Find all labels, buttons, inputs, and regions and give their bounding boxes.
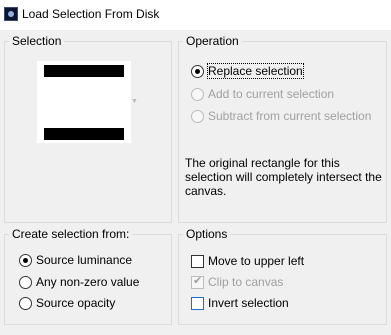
radio-button[interactable]	[191, 109, 204, 123]
create-selection-legend: Create selection from:	[9, 227, 133, 241]
radio-label: Source luminance	[36, 253, 133, 267]
radio-button[interactable]	[19, 253, 32, 267]
radio-source-luminance[interactable]: Source luminance	[19, 252, 132, 268]
radio-label: Subtract from current selection	[208, 109, 372, 123]
preview-scroll-icon: ▼	[131, 98, 138, 105]
checkbox[interactable]	[191, 296, 204, 310]
preview-top-bar	[44, 65, 124, 77]
radio-any-non-zero-value[interactable]: Any non-zero value	[19, 274, 139, 290]
radio-subtract-from-selection[interactable]: Subtract from current selection	[191, 108, 371, 124]
checkbox-move-to-upper-left[interactable]: Move to upper left	[191, 253, 304, 269]
selection-preview[interactable]	[37, 61, 131, 143]
radio-label: Add to current selection	[208, 87, 335, 101]
checkbox-label: Move to upper left	[208, 254, 305, 268]
selection-group-legend: Selection	[9, 34, 65, 48]
radio-replace-selection[interactable]: Replace selection	[191, 63, 304, 79]
radio-source-opacity[interactable]: Source opacity	[19, 295, 115, 311]
radio-label: Any non-zero value	[36, 275, 140, 289]
radio-button[interactable]	[191, 64, 204, 78]
preview-bottom-bar	[44, 128, 124, 140]
checkbox[interactable]: ✔	[191, 274, 204, 289]
operation-group-legend: Operation	[183, 34, 242, 48]
checkbox-clip-to-canvas[interactable]: ✔ Clip to canvas	[191, 274, 283, 290]
options-group-legend: Options	[183, 227, 231, 241]
operation-description: The original rectangle for this selectio…	[185, 156, 382, 198]
checkbox-label: Clip to canvas	[208, 275, 284, 289]
radio-button[interactable]	[19, 296, 32, 310]
title-bar: Load Selection From Disk	[0, 0, 391, 30]
radio-button[interactable]	[191, 87, 204, 101]
check-mark-icon: ✔	[193, 274, 203, 287]
radio-add-to-selection[interactable]: Add to current selection	[191, 86, 334, 102]
checkbox[interactable]	[191, 254, 204, 268]
app-icon	[4, 7, 18, 21]
radio-label: Source opacity	[36, 296, 116, 310]
checkbox-invert-selection[interactable]: Invert selection	[191, 295, 289, 311]
window-title: Load Selection From Disk	[22, 7, 160, 21]
radio-button[interactable]	[19, 275, 32, 289]
checkbox-label: Invert selection	[208, 296, 289, 310]
radio-label: Replace selection	[207, 63, 304, 79]
